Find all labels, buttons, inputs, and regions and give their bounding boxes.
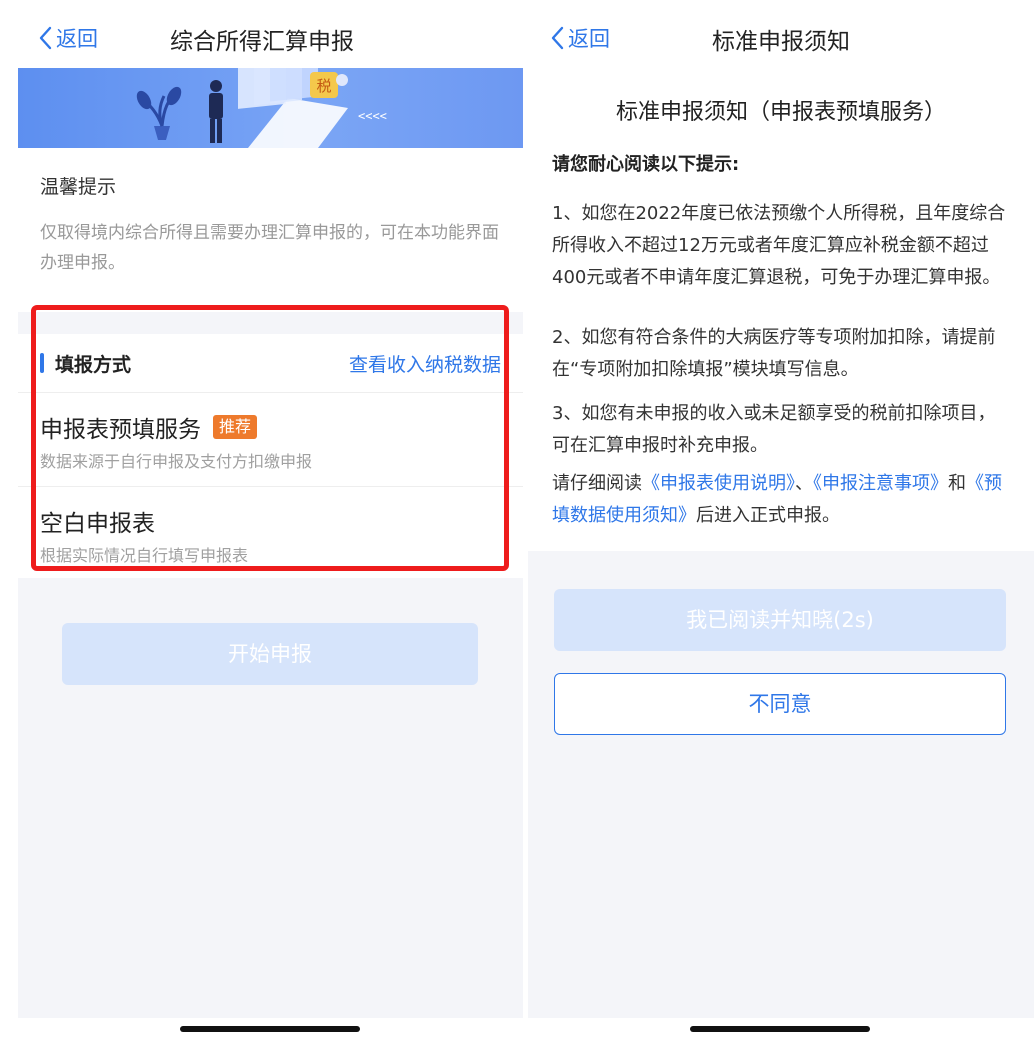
svg-text:<<<<: <<<< <box>358 109 387 123</box>
notice-item-1: 1、如您在2022年度已依法预缴个人所得税，且年度综合所得收入不超过12万元或者… <box>552 203 1006 288</box>
start-filing-button[interactable]: 开始申报 <box>62 623 478 685</box>
usage-guide-link[interactable]: 《申报表使用说明》 <box>642 473 795 494</box>
notice-item-2: 2、如您有符合条件的大病医疗等专项附加扣除，请提前在“专项附加扣除填报”模块填写… <box>552 327 996 380</box>
tips-title: 温馨提示 <box>40 176 117 198</box>
final-and: 和 <box>948 473 966 494</box>
read-and-acknowledge-button[interactable]: 我已阅读并知晓(2s) <box>554 589 1006 651</box>
final-prefix: 请仔细阅读 <box>552 473 642 494</box>
page-title: 综合所得汇算申报 <box>170 29 354 55</box>
final-suffix: 后进入正式申报。 <box>696 505 840 526</box>
banner-illustration: 税 <<<< <box>136 68 387 148</box>
home-indicator <box>690 1026 870 1032</box>
svg-text:税: 税 <box>316 77 331 95</box>
final-separator: 、 <box>795 473 813 494</box>
tax-tag: 税 <box>310 72 348 98</box>
tips-text: 仅取得境内综合所得且需要办理汇算申报的，可在本功能界面办理申报。 <box>40 223 499 273</box>
highlight-box <box>31 305 509 571</box>
banner-image: 税 <<<< <box>18 68 523 148</box>
notice-subheading: 请您耐心阅读以下提示: <box>552 154 740 175</box>
disagree-button[interactable]: 不同意 <box>554 673 1006 735</box>
left-screen: 返回 综合所得汇算申报 税 <<<< 温馨提示 仅取得境内综合所得且需要办理汇算… <box>0 0 524 1052</box>
home-indicator <box>180 1026 360 1032</box>
nav-bar: 返回 综合所得汇算申报 <box>0 0 524 70</box>
plant-icon <box>136 86 182 140</box>
person-figure <box>209 80 223 143</box>
notice-heading: 标准申报须知（申报表预填服务） <box>615 100 946 125</box>
notice-item-3: 3、如您有未申报的收入或未足额享受的税前扣除项目，可在汇算申报时补充申报。 <box>552 403 996 456</box>
notice-final: 请仔细阅读《申报表使用说明》、《申报注意事项》和《预填数据使用须知》后进入正式申… <box>552 468 1012 532</box>
nav-bar: 返回 标准申报须知 <box>528 0 1034 70</box>
filing-notes-link[interactable]: 《申报注意事项》 <box>813 473 948 494</box>
right-screen: 返回 标准申报须知 标准申报须知（申报表预填服务） 请您耐心阅读以下提示: 1、… <box>528 0 1034 1052</box>
page-title: 标准申报须知 <box>712 29 850 55</box>
